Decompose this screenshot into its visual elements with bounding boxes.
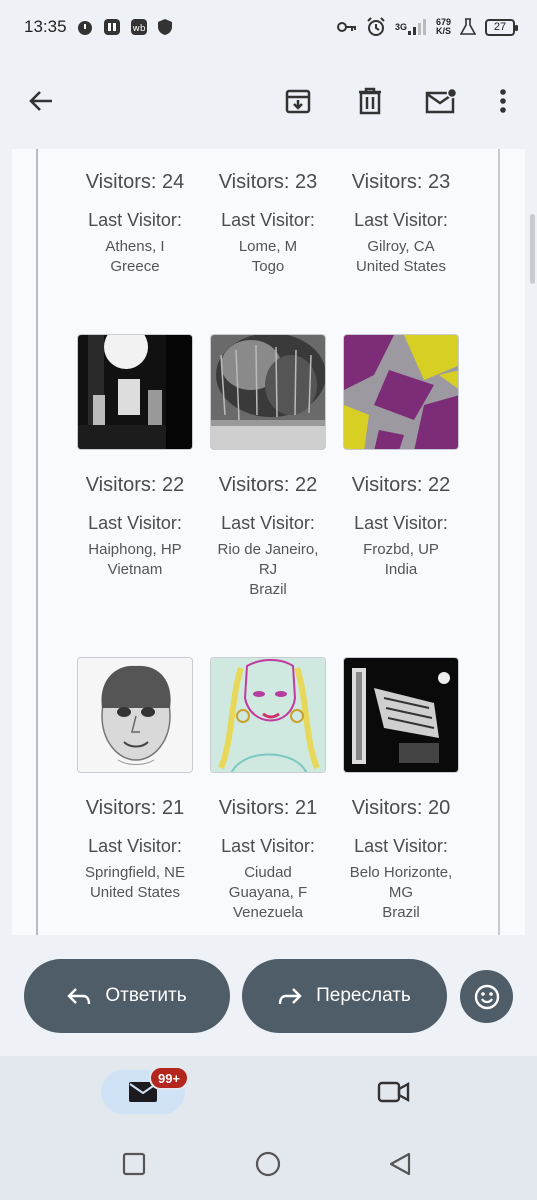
more-options-button[interactable] <box>481 79 525 123</box>
visitors-count: Visitors: 24 <box>85 171 185 193</box>
last-visitor-label: Last Visitor: <box>354 836 448 856</box>
back-button[interactable] <box>19 79 63 123</box>
stat-cell: Visitors: 21 Last Visitor: Springfield, … <box>69 657 201 903</box>
scrollbar[interactable] <box>530 214 535 284</box>
square-icon <box>122 1152 146 1176</box>
reply-icon <box>67 988 91 1005</box>
last-visitor-location: Frozbd, UP India <box>363 541 439 578</box>
artwork-thumbnail[interactable] <box>343 657 459 773</box>
delete-button[interactable] <box>348 79 392 123</box>
stat-cell: Visitors: 23 Last Visitor: Lome, M Togo <box>202 171 334 277</box>
net-speed: 679 K/S <box>435 17 451 36</box>
wb-app-icon: wb <box>130 18 148 36</box>
last-visitor-location: Ciudad Guayana, F Venezuela <box>228 864 308 921</box>
artwork-thumbnail[interactable] <box>210 334 326 450</box>
stat-cell: Visitors: 22 Last Visitor: Frozbd, UP Ind… <box>335 334 467 580</box>
forward-button[interactable]: Переслать <box>242 959 447 1033</box>
video-camera-icon <box>377 1081 410 1103</box>
mark-unread-button[interactable] <box>419 79 463 123</box>
stat-cell: Visitors: 23 Last Visitor: Gilroy, CA Uni… <box>335 171 467 277</box>
bottom-navigation: 99+ <box>0 1056 537 1200</box>
last-visitor-label: Last Visitor: <box>354 513 448 533</box>
circle-icon <box>255 1151 281 1177</box>
last-visitor-location: Belo Horizonte, MG Brazil <box>349 864 453 921</box>
visitors-count: Visitors: 23 <box>218 171 318 193</box>
last-visitor-label: Last Visitor: <box>88 513 182 533</box>
visitors-count: Visitors: 22 <box>85 474 185 496</box>
last-visitor-label: Last Visitor: <box>88 836 182 856</box>
artwork-thumbnail[interactable] <box>343 334 459 450</box>
stat-cell: Visitors: 24 Last Visitor: Athens, I Gree… <box>69 171 201 277</box>
visitors-count: Visitors: 23 <box>351 171 451 193</box>
visitors-count: Visitors: 20 <box>351 797 451 819</box>
reply-label: Ответить <box>105 985 187 1006</box>
forward-icon <box>278 988 302 1005</box>
last-visitor-location: Haiphong, HP Vietnam <box>88 541 182 578</box>
visitors-count: Visitors: 21 <box>85 797 185 819</box>
battery-icon: 27 <box>485 18 518 36</box>
last-visitor-label: Last Visitor: <box>221 836 315 856</box>
last-visitor-label: Last Visitor: <box>354 210 448 230</box>
frame-border-left <box>36 149 38 935</box>
artwork-thumbnail[interactable] <box>210 657 326 773</box>
stat-cell: Visitors: 22 Last Visitor: Haiphong, HP V… <box>69 334 201 580</box>
email-toolbar <box>0 70 537 132</box>
archive-icon <box>285 89 311 114</box>
stat-cell: Visitors: 21 Last Visitor: Ciudad Guayana… <box>202 657 334 923</box>
app-notification-icon <box>103 18 121 36</box>
visitors-count: Visitors: 22 <box>351 474 451 496</box>
visitors-count: Visitors: 21 <box>218 797 318 819</box>
last-visitor-label: Last Visitor: <box>221 513 315 533</box>
visitors-count: Visitors: 22 <box>218 474 318 496</box>
frame-border-right <box>498 149 500 935</box>
shield-icon <box>157 18 173 36</box>
svg-text:wb: wb <box>132 24 145 34</box>
triangle-back-icon <box>389 1152 411 1176</box>
artwork-thumbnail[interactable] <box>77 657 193 773</box>
last-visitor-location: Athens, I Greece <box>105 238 165 275</box>
unread-badge: 99+ <box>149 1066 190 1090</box>
artwork-thumbnail[interactable] <box>77 334 193 450</box>
forward-label: Переслать <box>316 985 411 1006</box>
last-visitor-location: Gilroy, CA United States <box>355 238 447 275</box>
alarm-app-icon <box>76 18 94 36</box>
last-visitor-location: Lome, M Togo <box>238 238 298 275</box>
archive-button[interactable] <box>276 79 320 123</box>
stat-cell: Visitors: 22 Last Visitor: Rio de Janeir… <box>202 334 334 600</box>
emoji-icon <box>474 984 499 1009</box>
signal-icon: 3G <box>395 19 427 35</box>
arrow-back-icon <box>29 91 52 111</box>
status-bar: 13:35 wb 3G 679 K/S 27 <box>0 0 537 54</box>
system-back-button[interactable] <box>388 1151 412 1182</box>
delete-icon <box>359 87 381 115</box>
clock: 13:35 <box>24 17 67 36</box>
last-visitor-label: Last Visitor: <box>221 210 315 230</box>
more-vert-icon <box>500 89 506 113</box>
last-visitor-label: Last Visitor: <box>88 210 182 230</box>
mark-unread-icon <box>425 88 457 114</box>
email-body: Visitors: 24 Last Visitor: Athens, I Gree… <box>12 149 525 935</box>
recent-apps-button[interactable] <box>122 1152 146 1181</box>
key-icon <box>336 20 357 34</box>
home-button[interactable] <box>255 1151 281 1182</box>
emoji-reaction-button[interactable] <box>460 970 513 1023</box>
reply-button[interactable]: Ответить <box>24 959 230 1033</box>
alarm-clock-icon <box>366 17 386 37</box>
last-visitor-location: Rio de Janeiro, RJ Brazil <box>217 541 319 598</box>
meet-tab[interactable] <box>377 1080 411 1109</box>
stat-cell: Visitors: 20 Last Visitor: Belo Horizont… <box>335 657 467 923</box>
lab-flask-icon <box>460 18 476 36</box>
last-visitor-location: Springfield, NE United States <box>84 864 186 901</box>
